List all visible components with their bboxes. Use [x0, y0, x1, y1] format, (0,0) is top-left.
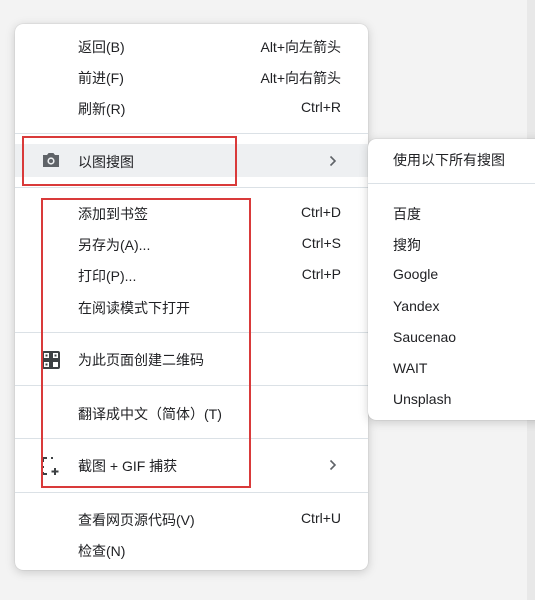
menu-separator: [15, 332, 368, 333]
menu-item-label: 添加到书签: [78, 206, 148, 222]
menu-item-inspect[interactable]: 检查(N): [15, 535, 368, 565]
menu-item-label: 查看网页源代码(V): [78, 512, 195, 528]
menu-item-label: 返回(B): [78, 39, 125, 55]
context-menu: 返回(B) Alt+向左箭头 前进(F) Alt+向右箭头 刷新(R) Ctrl…: [15, 24, 368, 570]
menu-item-shortcut: Ctrl+U: [300, 510, 341, 526]
menu-separator: [15, 438, 368, 439]
menu-item-label: 打印(P)...: [78, 268, 137, 284]
menu-item-label: 翻译成中文（简体）(T): [78, 406, 222, 422]
menu-item-label: 刷新(R): [78, 101, 126, 117]
menu-item-shortcut: Alt+向右箭头: [260, 70, 341, 86]
menu-item-label: 检查(N): [78, 543, 126, 559]
menu-item-shortcut: Ctrl+R: [300, 99, 341, 115]
menu-item-label: 截图 + GIF 捕获: [78, 458, 178, 474]
submenu-item-google[interactable]: Google: [393, 266, 438, 282]
menu-item-shortcut: Ctrl+S: [301, 235, 341, 251]
menu-item-print[interactable]: 打印(P)... Ctrl+P: [15, 260, 368, 290]
menu-separator: [15, 385, 368, 386]
submenu-item-baidu[interactable]: 百度: [393, 204, 421, 224]
submenu-item-wait[interactable]: WAIT: [393, 360, 427, 376]
menu-item-qr-code[interactable]: 为此页面创建二维码: [15, 344, 368, 374]
menu-item-label: 前进(F): [78, 70, 124, 86]
menu-item-translate[interactable]: 翻译成中文（简体）(T): [15, 398, 368, 428]
image-search-submenu: 使用以下所有搜图 百度 搜狗 Google Yandex Saucenao WA…: [368, 139, 535, 420]
menu-item-label: 以图搜图: [78, 154, 134, 170]
menu-separator: [15, 187, 368, 188]
menu-item-shortcut: Ctrl+D: [300, 204, 341, 220]
qr-code-icon: [41, 351, 61, 372]
menu-item-back[interactable]: 返回(B) Alt+向左箭头: [15, 31, 368, 61]
menu-item-image-search[interactable]: 以图搜图: [15, 144, 368, 177]
menu-item-bookmark[interactable]: 添加到书签 Ctrl+D: [15, 198, 368, 228]
menu-item-save-as[interactable]: 另存为(A)... Ctrl+S: [15, 229, 368, 259]
menu-item-view-source[interactable]: 查看网页源代码(V) Ctrl+U: [15, 504, 368, 534]
menu-item-reload[interactable]: 刷新(R) Ctrl+R: [15, 93, 368, 123]
menu-separator: [15, 492, 368, 493]
menu-item-shortcut: Alt+向左箭头: [260, 39, 341, 55]
menu-item-label: 另存为(A)...: [78, 237, 151, 253]
chevron-right-icon: [329, 154, 337, 170]
menu-separator: [368, 183, 535, 184]
menu-item-reading-mode[interactable]: 在阅读模式下打开: [15, 292, 368, 322]
chevron-right-icon: [329, 458, 337, 474]
menu-item-forward[interactable]: 前进(F) Alt+向右箭头: [15, 62, 368, 92]
menu-item-shortcut: Ctrl+P: [301, 266, 341, 282]
menu-item-screenshot[interactable]: 截图 + GIF 捕获: [15, 450, 368, 480]
camera-icon: [41, 151, 61, 172]
submenu-item-unsplash[interactable]: Unsplash: [393, 391, 451, 407]
menu-separator: [15, 133, 368, 134]
screenshot-crop-icon: [41, 456, 61, 479]
menu-item-label: 为此页面创建二维码: [78, 352, 204, 368]
submenu-item-saucenao[interactable]: Saucenao: [393, 329, 456, 345]
menu-item-label: 在阅读模式下打开: [78, 300, 190, 316]
submenu-item-yandex[interactable]: Yandex: [393, 298, 439, 314]
submenu-item-search-all[interactable]: 使用以下所有搜图: [393, 150, 505, 170]
submenu-item-sogou[interactable]: 搜狗: [393, 235, 421, 255]
